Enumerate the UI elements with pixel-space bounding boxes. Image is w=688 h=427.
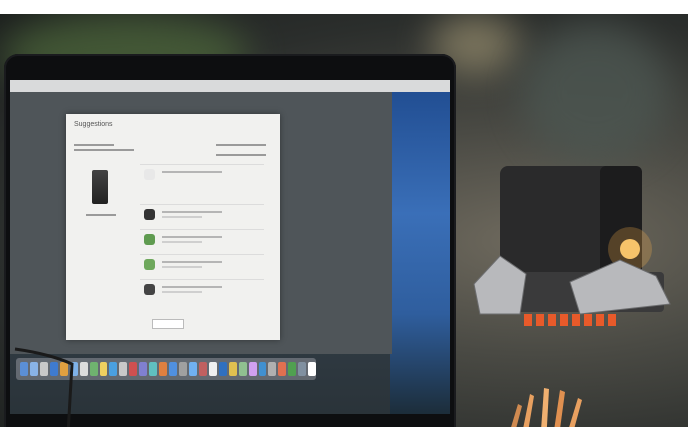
dock-app-icon[interactable]	[198, 362, 207, 376]
browser-window: Suggestions	[10, 92, 392, 354]
dock-app-icon[interactable]	[129, 362, 138, 376]
item-icon	[144, 169, 155, 180]
text-line	[86, 214, 116, 216]
page-button[interactable]	[152, 319, 184, 329]
list-item[interactable]	[140, 279, 264, 300]
text-line	[162, 241, 202, 243]
dock-app-icon[interactable]	[288, 362, 297, 376]
dock-app-icon[interactable]	[228, 362, 237, 376]
dock-app-icon[interactable]	[79, 362, 88, 376]
text-line	[216, 144, 266, 146]
bokeh-window	[520, 24, 670, 164]
text-line	[74, 149, 134, 151]
dock-app-icon[interactable]	[159, 362, 168, 376]
item-icon	[144, 284, 155, 295]
connector-pins	[524, 314, 616, 326]
text-line	[74, 144, 114, 146]
dock-app-icon[interactable]	[99, 362, 108, 376]
menu-bar	[10, 80, 450, 92]
dock-app-icon[interactable]	[208, 362, 217, 376]
text-line	[162, 291, 202, 293]
item-icon	[144, 234, 155, 245]
dock-app-icon[interactable]	[258, 362, 267, 376]
dock-app-icon[interactable]	[218, 362, 227, 376]
dock-app-icon[interactable]	[268, 362, 277, 376]
web-page: Suggestions	[66, 114, 280, 340]
dock-app-icon[interactable]	[149, 362, 158, 376]
dock-app-icon[interactable]	[109, 362, 118, 376]
text-line	[162, 171, 222, 173]
product-image	[92, 170, 108, 204]
dock-app-icon[interactable]	[139, 362, 148, 376]
text-line	[162, 211, 222, 213]
list-item[interactable]	[140, 254, 264, 275]
photo-scene: Suggestions	[0, 14, 688, 427]
dock-app-icon[interactable]	[188, 362, 197, 376]
text-line	[216, 154, 266, 156]
list-item[interactable]	[140, 204, 264, 225]
item-icon	[144, 259, 155, 270]
dock-app-icon[interactable]	[238, 362, 247, 376]
dock-app-icon[interactable]	[89, 362, 98, 376]
dock-app-icon[interactable]	[169, 362, 177, 376]
text-line	[162, 261, 222, 263]
dock-app-icon[interactable]	[248, 362, 257, 376]
dock-app-icon[interactable]	[278, 362, 287, 376]
text-line	[162, 236, 222, 238]
desktop-wallpaper	[390, 80, 450, 414]
eyeglasses	[14, 347, 74, 427]
dock-app-icon[interactable]	[298, 362, 307, 376]
list-item[interactable]	[140, 164, 264, 185]
page-title: Suggestions	[74, 121, 113, 128]
item-icon	[144, 209, 155, 220]
dock-app-icon[interactable]	[179, 362, 187, 376]
text-line	[162, 266, 202, 268]
dock-app-icon[interactable]	[119, 362, 128, 376]
industrial-connector	[473, 166, 671, 326]
pencil-cup	[511, 388, 582, 427]
list-item[interactable]	[140, 229, 264, 250]
text-line	[162, 286, 222, 288]
dock-app-icon[interactable]	[308, 362, 317, 376]
text-line	[162, 216, 202, 218]
